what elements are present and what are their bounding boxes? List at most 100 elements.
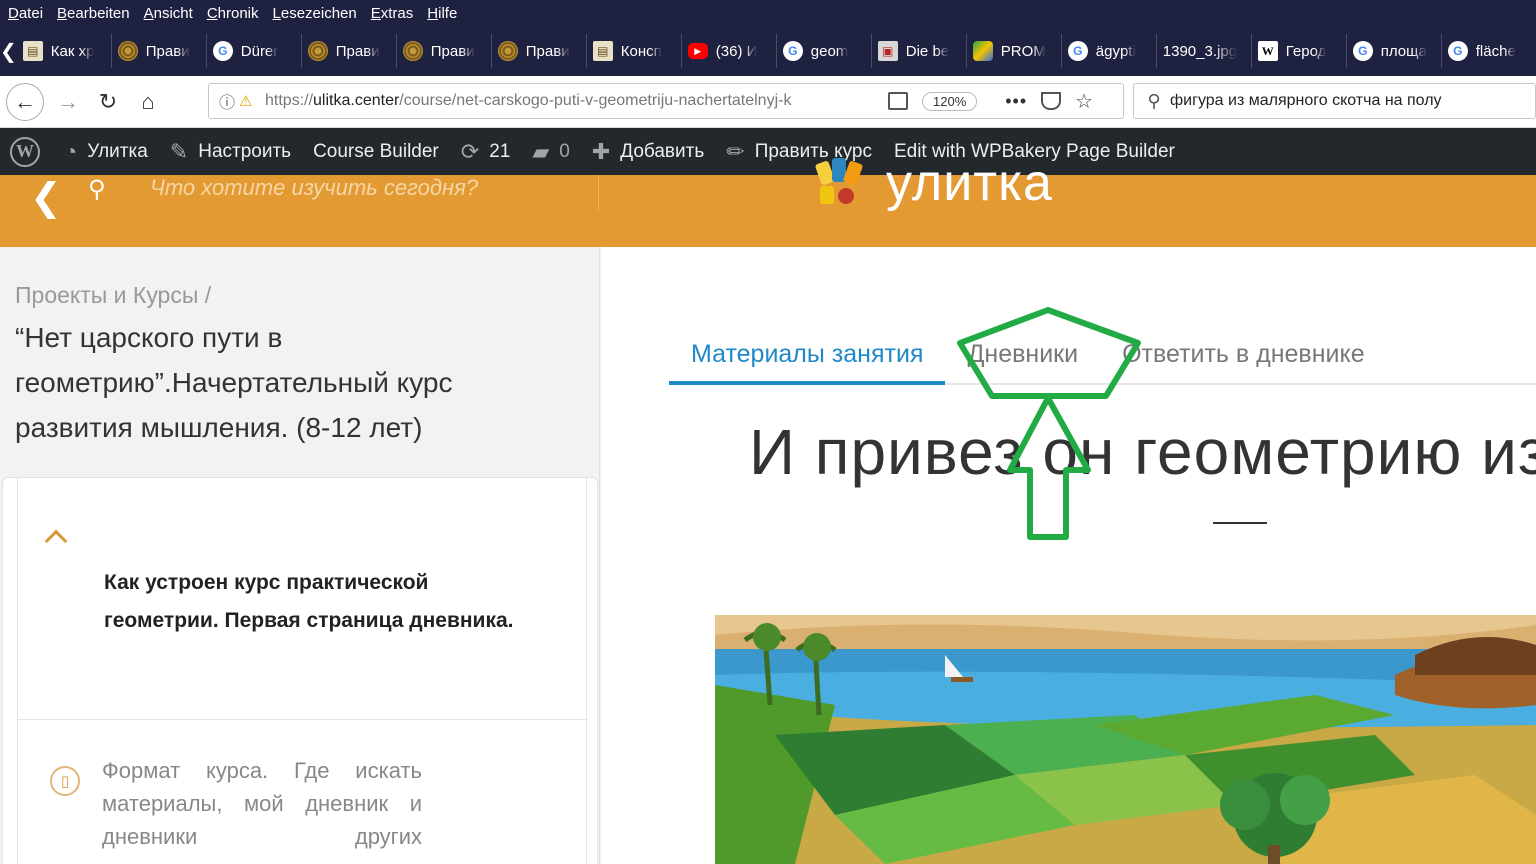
brush-icon: ✎ [169, 138, 189, 164]
menu-bearbeiten[interactable]: Bearbeiten [57, 5, 130, 22]
egypt-illustration [715, 615, 1536, 864]
browser-tab-label: Прави [335, 42, 380, 60]
wp-comments-link[interactable]: ▰ 0 [532, 139, 570, 165]
search-value[interactable]: фигура из малярного скотча на полу [1170, 92, 1442, 110]
url-path: /course/net-carskogo-puti-v-geometriju-n… [399, 92, 792, 109]
browser-tab-label: Прави [145, 42, 190, 60]
search-bar[interactable]: ⚲ фигура из малярного скотча на полу [1133, 83, 1536, 119]
menu-lesezeichen[interactable]: Lesezeichen [273, 5, 357, 22]
url-text[interactable]: https://ulitka.center/course/net-carskog… [265, 92, 870, 110]
youtube-icon: ▶ [687, 43, 708, 59]
document-icon: ▣ [877, 41, 898, 61]
back-icon[interactable]: ← [6, 82, 44, 121]
snail-logo-icon [810, 158, 878, 208]
wordpress-logo-icon[interactable]: W [10, 136, 40, 167]
course-sidebar: Проекты и Курсы / “Нет царского пути в г… [0, 247, 600, 864]
wp-course-builder-link[interactable]: Course Builder [313, 141, 439, 163]
heading-underline [1213, 522, 1267, 524]
site-search-input[interactable]: Что хотите изучить сегодня? [150, 175, 478, 201]
menu-extras[interactable]: Extras [371, 5, 414, 22]
forward-icon[interactable]: → [48, 82, 88, 122]
browser-tab[interactable]: W Герод [1252, 34, 1347, 68]
lesson-list: Как устроен курс практической геометрии.… [2, 477, 598, 864]
menu-datei[interactable]: Datei [8, 5, 43, 22]
browser-tab[interactable]: Ggeom [777, 34, 872, 68]
menu-hilfe[interactable]: Hilfe [427, 5, 457, 22]
url-bar[interactable]: ⓘ ⚠ https://ulitka.center/course/net-car… [208, 83, 1124, 119]
lesson-item[interactable]: Формат курса. Где искать материалы, мой … [102, 754, 422, 853]
content-tabs: Материалы занятия Дневники Ответить в дн… [669, 337, 1536, 385]
insecure-lock-icon[interactable]: ⚠ [239, 92, 259, 110]
home-icon[interactable]: ⌂ [128, 82, 168, 122]
back-chevron-icon[interactable]: ❮ [30, 175, 62, 220]
browser-tab[interactable]: Прави [492, 34, 587, 68]
plus-icon: ✚ [591, 138, 611, 164]
browser-tab[interactable]: PROM [967, 34, 1062, 68]
url-host: ulitka.center [313, 92, 400, 109]
wp-customize-link[interactable]: ✎ Настроить [170, 139, 291, 165]
wikipedia-icon: W [1257, 41, 1278, 61]
browser-tab[interactable]: ▤ Консп [587, 34, 682, 68]
tab-scroll-left-icon[interactable]: ❮ [0, 26, 17, 76]
pencil-icon: ✏ [726, 138, 745, 164]
tab-reply-diary[interactable]: Ответить в дневнике [1100, 337, 1387, 385]
lesson-item-active[interactable]: Как устроен курс практической геометрии.… [104, 564, 544, 640]
reader-view-icon[interactable] [888, 92, 908, 110]
book-icon: ▤ [22, 41, 43, 61]
navigation-toolbar: ← → ↻ ⌂ ⓘ ⚠ https://ulitka.center/course… [0, 76, 1536, 128]
reload-icon[interactable]: ↻ [88, 82, 128, 122]
browser-tab-label: geom [810, 42, 849, 60]
spiral-icon [402, 41, 423, 61]
site-header: ❮ ⚲ Что хотите изучить сегодня? улитка [0, 154, 1536, 247]
lesson-divider [18, 719, 588, 720]
wp-site-label: Улитка [87, 140, 148, 162]
site-search-icon[interactable]: ⚲ [88, 175, 106, 204]
browser-tab-label: Как хр [50, 42, 95, 60]
wp-comments-count: 0 [559, 140, 570, 162]
course-title: “Нет царского пути в геометрию”.Начертат… [15, 322, 453, 443]
google-icon: G [212, 41, 233, 61]
wp-course-builder-label: Course Builder [313, 140, 439, 162]
page-actions-icon[interactable]: ••• [1005, 91, 1027, 112]
wp-updates-link[interactable]: ⟳ 21 [461, 139, 511, 165]
browser-tab-label: Dürer [240, 42, 279, 60]
browser-tab[interactable]: Прави [397, 34, 492, 68]
browser-tab-label: площа [1380, 42, 1427, 60]
info-icon[interactable]: ⓘ [219, 89, 239, 113]
menu-chronik[interactable]: Chronik [207, 5, 259, 22]
menu-ansicht[interactable]: Ansicht [144, 5, 193, 22]
breadcrumb[interactable]: Проекты и Курсы / [15, 282, 211, 309]
menu-bar: Datei Bearbeiten Ansicht Chronik Lesezei… [0, 0, 1536, 26]
wp-add-new-link[interactable]: ✚ Добавить [592, 139, 704, 165]
comment-icon: ▰ [532, 138, 550, 164]
browser-tab-label: PROM [1000, 42, 1046, 60]
wp-site-link[interactable]: ◔ Улитка [64, 139, 148, 165]
browser-tab[interactable]: ▣ Die be [872, 34, 967, 68]
google-icon: G [1352, 41, 1373, 61]
google-icon: G [1447, 41, 1468, 61]
browser-tab[interactable]: ▶ (36) И [682, 34, 777, 68]
browser-tab[interactable]: Прави [112, 34, 207, 68]
lesson-heading: И привез он геометрию из Е [749, 416, 1536, 488]
wp-updates-count: 21 [489, 140, 511, 162]
browser-tab[interactable]: Gплоща [1347, 34, 1442, 68]
tab-diaries[interactable]: Дневники [945, 337, 1100, 385]
url-scheme: https:// [265, 92, 314, 109]
tab-materials[interactable]: Материалы занятия [669, 337, 946, 385]
browser-tab[interactable]: 1390_3.jpg [1157, 34, 1252, 68]
browser-tab-label: fläche [1475, 42, 1516, 60]
site-logo[interactable]: улитка [810, 153, 1053, 213]
tab-strip: ❮ ▤ Как хр Прави G Dürer Прави Прави Прави ▤ Конс… [0, 26, 1536, 76]
browser-tab[interactable]: ▤ Как хр [17, 34, 112, 68]
zoom-level[interactable]: 120% [922, 91, 978, 111]
pocket-icon[interactable] [1041, 92, 1062, 110]
browser-tab[interactable]: Gägypti [1062, 34, 1157, 68]
updates-icon: ⟳ [460, 138, 480, 164]
bookmark-star-icon[interactable]: ☆ [1075, 89, 1093, 114]
chevron-up-icon[interactable] [44, 529, 68, 553]
browser-tab[interactable]: G Dürer [207, 34, 302, 68]
browser-tab[interactable]: Gfläche [1442, 34, 1536, 68]
browser-tab[interactable]: Прави [302, 34, 397, 68]
browser-tab-label: ägypti [1095, 42, 1136, 60]
dashboard-icon: ◔ [64, 138, 78, 164]
